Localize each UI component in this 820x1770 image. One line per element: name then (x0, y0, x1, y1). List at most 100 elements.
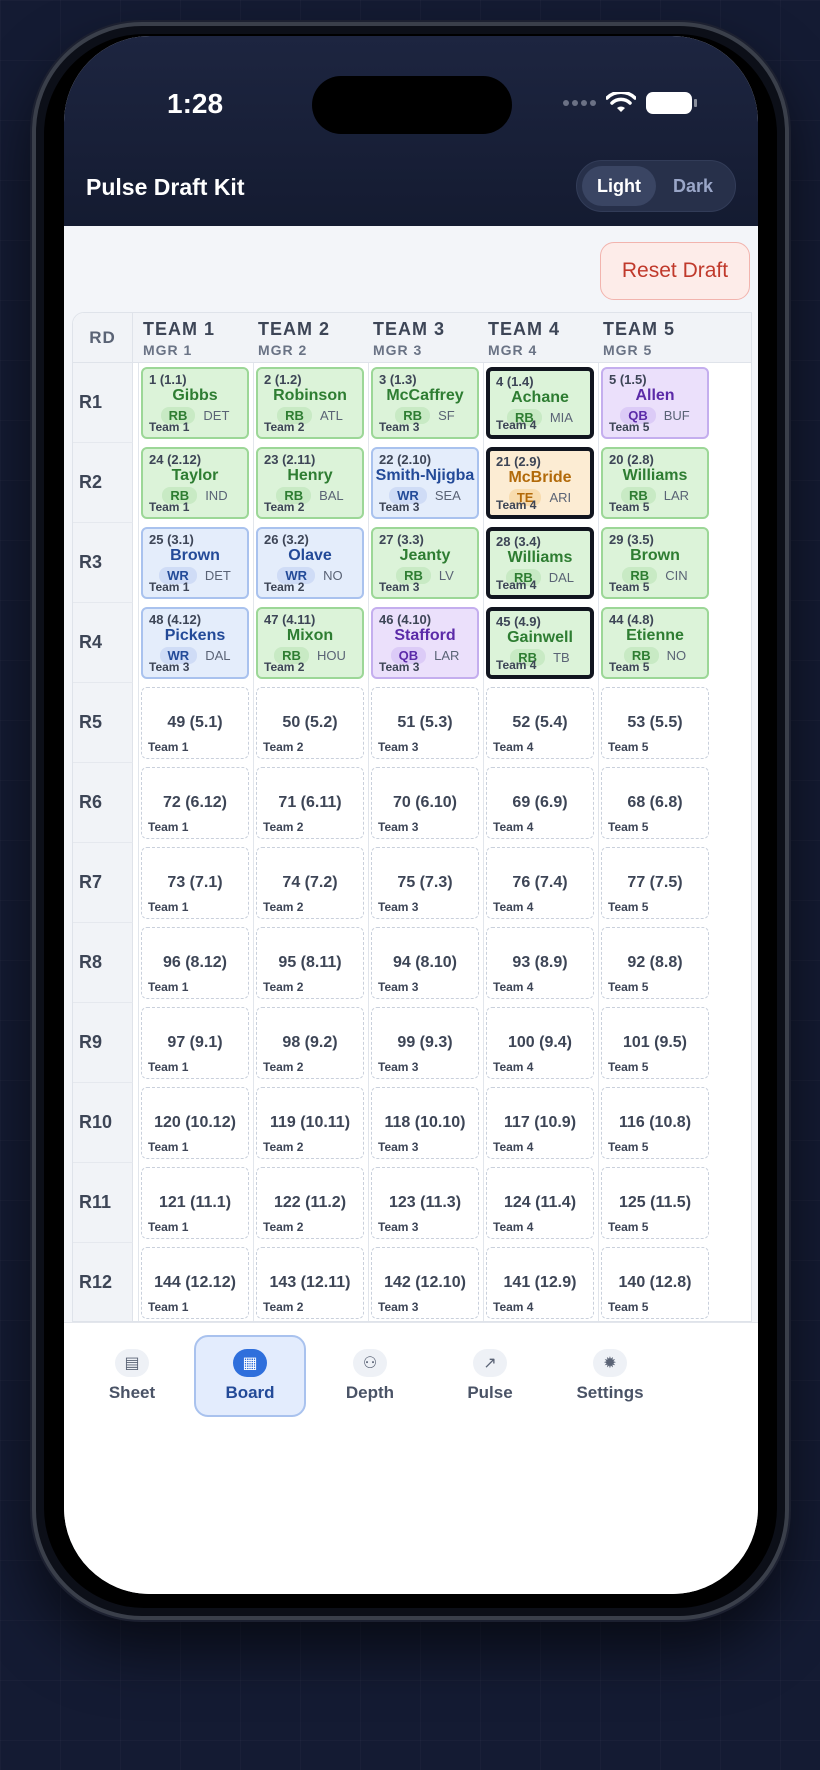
tab-depth[interactable]: ⚇ Depth (314, 1335, 426, 1417)
round-label: R4 (73, 603, 133, 683)
empty-pick-slot[interactable]: 50 (5.2) Team 2 (256, 687, 364, 759)
tab-sheet[interactable]: ▤ Sheet (76, 1335, 188, 1417)
empty-pick-slot[interactable]: 96 (8.12) Team 1 (141, 927, 249, 999)
pick-number: 144 (12.12) (154, 1274, 236, 1291)
empty-pick-slot[interactable]: 122 (11.2) Team 2 (256, 1167, 364, 1239)
empty-pick-slot[interactable]: 52 (5.4) Team 4 (486, 687, 594, 759)
draft-pick-card[interactable]: 45 (4.9) Gainwell RB TB Team 4 (486, 607, 594, 679)
pick-number: 45 (4.9) (496, 614, 541, 629)
team-header: TEAM 1 MGR 1 (143, 319, 258, 358)
tab-label: Board (225, 1383, 275, 1402)
fantasy-team: Team 4 (493, 740, 534, 754)
empty-pick-slot[interactable]: 140 (12.8) Team 5 (601, 1247, 709, 1319)
draft-pick-card[interactable]: 24 (2.12) Taylor RB IND Team 1 (141, 447, 249, 519)
empty-pick-slot[interactable]: 100 (9.4) Team 4 (486, 1007, 594, 1079)
empty-pick-slot[interactable]: 92 (8.8) Team 5 (601, 927, 709, 999)
empty-pick-slot[interactable]: 143 (12.11) Team 2 (256, 1247, 364, 1319)
tab-pulse[interactable]: ↗ Pulse (434, 1335, 546, 1417)
pick-number: 49 (5.1) (167, 714, 223, 731)
empty-pick-slot[interactable]: 71 (6.11) Team 2 (256, 767, 364, 839)
empty-pick-slot[interactable]: 117 (10.9) Team 4 (486, 1087, 594, 1159)
theme-light-option[interactable]: Light (582, 166, 656, 206)
empty-pick-slot[interactable]: 119 (10.11) Team 2 (256, 1087, 364, 1159)
tab-board[interactable]: ▦ Board (194, 1335, 306, 1417)
pick-number: 100 (9.4) (507, 1034, 573, 1051)
pick-number: 29 (3.5) (609, 532, 654, 547)
draft-pick-card[interactable]: 21 (2.9) McBride TE ARI Team 4 (486, 447, 594, 519)
empty-pick-slot[interactable]: 69 (6.9) Team 4 (486, 767, 594, 839)
draft-pick-card[interactable]: 27 (3.3) Jeanty RB LV Team 3 (371, 527, 479, 599)
empty-pick-slot[interactable]: 94 (8.10) Team 3 (371, 927, 479, 999)
nfl-team: HOU (316, 648, 346, 663)
empty-pick-slot[interactable]: 77 (7.5) Team 5 (601, 847, 709, 919)
player-name: Brown (170, 547, 220, 564)
empty-pick-slot[interactable]: 53 (5.5) Team 5 (601, 687, 709, 759)
draft-pick-card[interactable]: 5 (1.5) Allen QB BUF Team 5 (601, 367, 709, 439)
player-name: Gainwell (507, 629, 573, 646)
empty-pick-slot[interactable]: 97 (9.1) Team 1 (141, 1007, 249, 1079)
pick-number: 93 (8.9) (512, 954, 568, 971)
fantasy-team: Team 2 (263, 980, 304, 994)
draft-pick-card[interactable]: 28 (3.4) Williams RB DAL Team 4 (486, 527, 594, 599)
draft-pick-card[interactable]: 48 (4.12) Pickens WR DAL Team 3 (141, 607, 249, 679)
draft-pick-card[interactable]: 26 (3.2) Olave WR NO Team 2 (256, 527, 364, 599)
empty-pick-slot[interactable]: 72 (6.12) Team 1 (141, 767, 249, 839)
empty-pick-slot[interactable]: 93 (8.9) Team 4 (486, 927, 594, 999)
fantasy-team: Team 5 (608, 740, 649, 754)
draft-pick-card[interactable]: 46 (4.10) Stafford QB LAR Team 3 (371, 607, 479, 679)
fantasy-team: Team 3 (378, 740, 419, 754)
top-bar: 1:28 Pulse Draft Kit Light Dark (64, 36, 758, 226)
tab-label: Sheet (108, 1383, 156, 1402)
empty-pick-slot[interactable]: 124 (11.4) Team 4 (486, 1167, 594, 1239)
empty-pick-slot[interactable]: 141 (12.9) Team 4 (486, 1247, 594, 1319)
empty-pick-slot[interactable]: 142 (12.10) Team 3 (371, 1247, 479, 1319)
empty-pick-slot[interactable]: 123 (11.3) Team 3 (371, 1167, 479, 1239)
fantasy-team: Team 2 (263, 1060, 304, 1074)
draft-pick-card[interactable]: 22 (2.10) Smith-Njigba WR SEA Team 3 (371, 447, 479, 519)
draft-pick-card[interactable]: 44 (4.8) Etienne RB NO Team 5 (601, 607, 709, 679)
empty-pick-slot[interactable]: 70 (6.10) Team 3 (371, 767, 479, 839)
empty-pick-slot[interactable]: 74 (7.2) Team 2 (256, 847, 364, 919)
draft-pick-card[interactable]: 1 (1.1) Gibbs RB DET Team 1 (141, 367, 249, 439)
draft-pick-card[interactable]: 29 (3.5) Brown RB CIN Team 5 (601, 527, 709, 599)
empty-pick-slot[interactable]: 120 (10.12) Team 1 (141, 1087, 249, 1159)
fantasy-team: Team 5 (609, 500, 650, 514)
empty-pick-slot[interactable]: 118 (10.10) Team 3 (371, 1087, 479, 1159)
empty-pick-slot[interactable]: 101 (9.5) Team 5 (601, 1007, 709, 1079)
draft-pick-card[interactable]: 4 (1.4) Achane RB MIA Team 4 (486, 367, 594, 439)
empty-pick-slot[interactable]: 98 (9.2) Team 2 (256, 1007, 364, 1079)
draft-board[interactable]: RD TEAM 1 MGR 1 TEAM 2 MGR 2 TEAM 3 MGR 3 TEAM… (72, 312, 752, 1322)
fantasy-team: Team 5 (609, 660, 650, 674)
empty-pick-slot[interactable]: 95 (8.11) Team 2 (256, 927, 364, 999)
theme-dark-option[interactable]: Dark (656, 166, 730, 206)
bottom-tab-bar: ▤ Sheet ▦ Board ⚇ Depth ↗ Pulse ✹ Settings (64, 1322, 758, 1594)
pick-number: 52 (5.4) (512, 714, 568, 731)
empty-pick-slot[interactable]: 75 (7.3) Team 3 (371, 847, 479, 919)
empty-pick-slot[interactable]: 116 (10.8) Team 5 (601, 1087, 709, 1159)
empty-pick-slot[interactable]: 49 (5.1) Team 1 (141, 687, 249, 759)
round-label: R2 (73, 443, 133, 523)
empty-pick-slot[interactable]: 144 (12.12) Team 1 (141, 1247, 249, 1319)
nfl-team: IND (205, 488, 228, 503)
team-manager: MGR 2 (258, 342, 308, 358)
empty-pick-slot[interactable]: 76 (7.4) Team 4 (486, 847, 594, 919)
draft-pick-card[interactable]: 23 (2.11) Henry RB BAL Team 2 (256, 447, 364, 519)
team-header: TEAM 4 MGR 4 (488, 319, 603, 358)
tab-settings[interactable]: ✹ Settings (554, 1335, 666, 1417)
empty-pick-slot[interactable]: 51 (5.3) Team 3 (371, 687, 479, 759)
empty-pick-slot[interactable]: 68 (6.8) Team 5 (601, 767, 709, 839)
draft-pick-card[interactable]: 25 (3.1) Brown WR DET Team 1 (141, 527, 249, 599)
empty-pick-slot[interactable]: 73 (7.1) Team 1 (141, 847, 249, 919)
empty-pick-slot[interactable]: 125 (11.5) Team 5 (601, 1167, 709, 1239)
team-header: TEAM 3 MGR 3 (373, 319, 488, 358)
reset-draft-button[interactable]: Reset Draft (600, 242, 750, 300)
player-name: Williams (622, 467, 688, 484)
theme-toggle[interactable]: Light Dark (576, 160, 736, 212)
draft-pick-card[interactable]: 20 (2.8) Williams RB LAR Team 5 (601, 447, 709, 519)
draft-pick-card[interactable]: 2 (1.2) Robinson RB ATL Team 2 (256, 367, 364, 439)
empty-pick-slot[interactable]: 99 (9.3) Team 3 (371, 1007, 479, 1079)
draft-pick-card[interactable]: 3 (1.3) McCaffrey RB SF Team 3 (371, 367, 479, 439)
draft-pick-card[interactable]: 47 (4.11) Mixon RB HOU Team 2 (256, 607, 364, 679)
empty-pick-slot[interactable]: 121 (11.1) Team 1 (141, 1167, 249, 1239)
pick-number: 142 (12.10) (384, 1274, 466, 1291)
